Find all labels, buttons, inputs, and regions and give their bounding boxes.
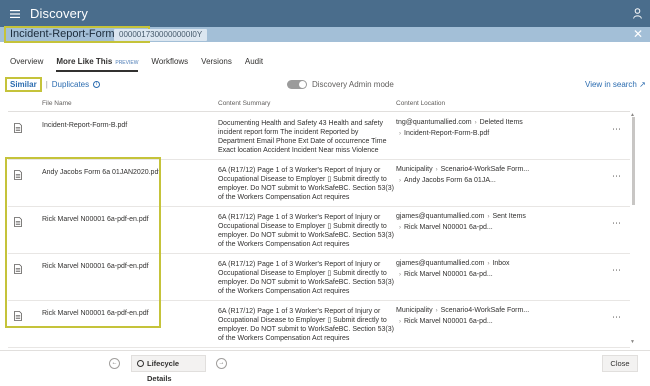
subtab-separator: | [45, 80, 48, 89]
chevron-right-icon: › [474, 120, 477, 126]
location-folder[interactable]: Scenario4-WorkSafe Form... [441, 166, 530, 173]
view-in-search-link[interactable]: View in search ↗ [585, 80, 646, 89]
admin-mode-label: Discovery Admin mode [312, 80, 394, 89]
more-options-icon[interactable]: ⋯ [612, 265, 622, 276]
content-summary: 6A (R17/12) Page 1 of 3 Worker's Report … [218, 261, 394, 295]
location-path: Municipality › Scenario4-WorkSafe Form... [396, 166, 529, 173]
pdf-file-icon [14, 123, 22, 133]
file-name[interactable]: Incident-Report-Form-B.pdf [42, 122, 127, 129]
app-title: Discovery [30, 6, 88, 21]
chevron-right-icon: › [399, 131, 401, 137]
tab-bar: Overview More Like This PREVIEW Workflows… [10, 57, 276, 72]
header-divider [8, 111, 630, 112]
location-file: › Andy Jacobs Form 6a 01JA... [396, 177, 496, 184]
previous-arrow-icon[interactable]: ← [109, 358, 120, 369]
next-arrow-icon[interactable]: → [216, 358, 227, 369]
content-summary: 6A (R17/12) Page 1 of 3 Worker's Report … [218, 167, 394, 201]
subtab-bar: Similar | Duplicates i [5, 77, 101, 92]
lifecycle-details-button[interactable]: Lifecycle Details [131, 355, 206, 383]
location-path: Municipality › Scenario4-WorkSafe Form... [396, 307, 529, 314]
scroll-down-icon[interactable]: ▼ [630, 339, 635, 345]
external-link-icon: ↗ [639, 80, 646, 89]
location-path: tng@quantumallied.com › Deleted Items [396, 119, 523, 126]
location-file: › Rick Marvel N00001 6a-pd... [396, 224, 493, 231]
location-root[interactable]: gjames@quantumallied.com [396, 260, 484, 267]
chevron-right-icon: › [435, 308, 438, 314]
similar-link[interactable]: Similar [5, 77, 42, 92]
location-root[interactable]: gjames@quantumallied.com [396, 213, 484, 220]
chevron-right-icon: › [435, 167, 438, 173]
toggle-knob [299, 81, 306, 88]
location-file: › Incident-Report-Form-B.pdf [396, 130, 489, 137]
view-in-search-label: View in search [585, 80, 637, 89]
location-root[interactable]: Municipality [396, 307, 433, 314]
info-icon[interactable]: i [93, 81, 101, 88]
location-file: › Rick Marvel N00001 6a-pd... [396, 318, 493, 325]
footer-divider [0, 350, 650, 351]
location-path: gjames@quantumallied.com › Inbox [396, 260, 510, 267]
location-file-name[interactable]: Rick Marvel N00001 6a-pd... [404, 271, 493, 278]
location-file: › Rick Marvel N00001 6a-pd... [396, 271, 493, 278]
content-summary: 6A (R17/12) Page 1 of 3 Worker's Report … [218, 308, 394, 342]
tab-versions[interactable]: Versions [201, 57, 232, 72]
lifecycle-details-label: Lifecycle Details [147, 359, 180, 383]
scrollbar-thumb[interactable] [632, 117, 635, 205]
tab-workflows[interactable]: Workflows [151, 57, 188, 72]
location-root[interactable]: Municipality [396, 166, 433, 173]
location-folder[interactable]: Inbox [492, 260, 509, 267]
content-summary: 6A (R17/12) Page 1 of 3 Worker's Report … [218, 214, 394, 248]
lifecycle-icon [137, 360, 144, 367]
more-options-icon[interactable]: ⋯ [612, 171, 622, 182]
close-button[interactable]: Close [602, 355, 638, 372]
location-path: gjames@quantumallied.com › Sent Items [396, 213, 526, 220]
chevron-right-icon: › [487, 261, 490, 267]
content-summary: Documenting Health and Safety 43 Health … [218, 120, 387, 154]
tab-label: More Like This [56, 57, 113, 66]
chevron-right-icon: › [399, 272, 401, 278]
tab-more-like-this[interactable]: More Like This PREVIEW [56, 57, 139, 72]
location-folder[interactable]: Deleted Items [480, 119, 523, 126]
location-file-name[interactable]: Incident-Report-Form-B.pdf [404, 130, 489, 137]
admin-mode-toggle[interactable] [287, 80, 307, 89]
location-root[interactable]: tng@quantumallied.com [396, 119, 472, 126]
more-options-icon[interactable]: ⋯ [612, 124, 622, 135]
column-header-file-name[interactable]: File Name [42, 100, 72, 107]
column-header-content-summary[interactable]: Content Summary [218, 100, 270, 107]
app-header: Discovery [0, 0, 650, 27]
table-row[interactable]: Incident-Report-Form-B.pdf Documenting He… [8, 113, 630, 160]
document-id: 0000017300000000I0Y [114, 29, 208, 41]
chevron-right-icon: › [487, 214, 490, 220]
chevron-right-icon: › [399, 178, 401, 184]
location-folder[interactable]: Sent Items [492, 213, 525, 220]
location-file-name[interactable]: Rick Marvel N00001 6a-pd... [404, 318, 493, 325]
highlight-box [5, 157, 161, 328]
location-folder[interactable]: Scenario4-WorkSafe Form... [441, 307, 530, 314]
person-icon[interactable] [633, 6, 642, 24]
location-file-name[interactable]: Andy Jacobs Form 6a 01JA... [404, 177, 496, 184]
more-options-icon[interactable]: ⋯ [612, 218, 622, 229]
chevron-right-icon: › [399, 319, 401, 325]
preview-badge: PREVIEW [115, 60, 139, 66]
close-icon[interactable]: ✕ [633, 28, 643, 40]
more-options-icon[interactable]: ⋯ [612, 312, 622, 323]
tab-overview[interactable]: Overview [10, 57, 43, 72]
hamburger-menu-icon[interactable] [0, 9, 30, 18]
duplicates-link[interactable]: Duplicates [52, 80, 89, 89]
chevron-right-icon: › [399, 225, 401, 231]
location-file-name[interactable]: Rick Marvel N00001 6a-pd... [404, 224, 493, 231]
tab-audit[interactable]: Audit [245, 57, 263, 72]
column-header-content-location[interactable]: Content Location [396, 100, 445, 107]
